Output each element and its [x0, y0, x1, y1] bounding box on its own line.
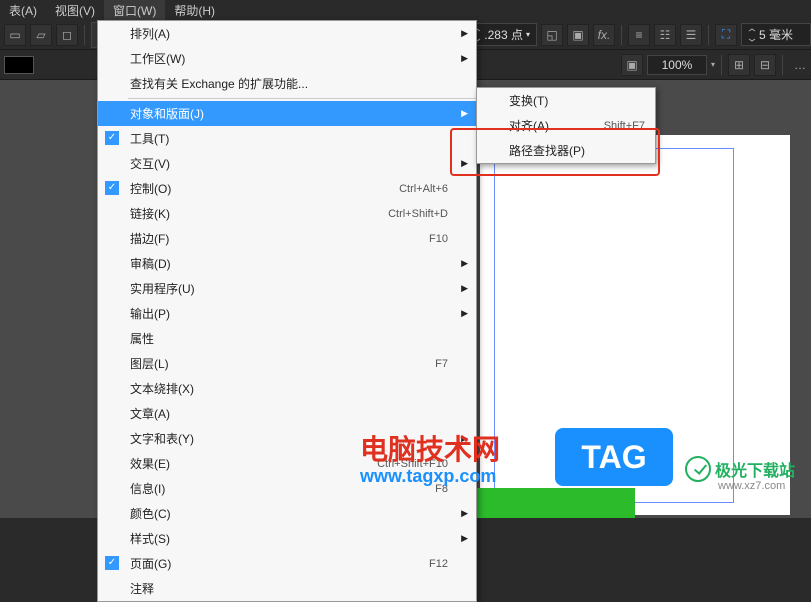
tool-btn-1[interactable]: ▭ — [4, 24, 26, 46]
mi-layers[interactable]: 图层(L)F7 — [98, 351, 476, 376]
frame-icon[interactable]: ▣ — [567, 24, 589, 46]
menu-help[interactable]: 帮助(H) — [165, 0, 224, 22]
fit-icon[interactable]: ▣ — [621, 54, 643, 76]
thumbs-icon[interactable]: ⊟ — [754, 54, 776, 76]
mi-object-layout[interactable]: 对象和版面(J)▶ — [98, 101, 476, 126]
mi-props[interactable]: 属性 — [98, 326, 476, 351]
mi-interactive[interactable]: 交互(V)▶ — [98, 151, 476, 176]
mi-stroke[interactable]: 描边(F)F10 — [98, 226, 476, 251]
mi-workspace[interactable]: 工作区(W)▶ — [98, 46, 476, 71]
wrap-3-icon[interactable]: ☰ — [680, 24, 702, 46]
mi-textwrap[interactable]: 文本绕排(X) — [98, 376, 476, 401]
menu-window[interactable]: 窗口(W) — [104, 0, 165, 22]
mi-transform[interactable]: 变换(T) — [477, 88, 655, 113]
menubar: 表(A) 视图(V) 窗口(W) 帮助(H) — [0, 0, 811, 20]
green-object[interactable] — [475, 488, 635, 518]
tool-btn-3[interactable]: ◻ — [56, 24, 78, 46]
watermark-title: 电脑技术网 — [360, 428, 500, 468]
tool-btn-2[interactable]: ▱ — [30, 24, 52, 46]
check-icon: ✓ — [105, 556, 119, 570]
corner-icon[interactable]: ◱ — [541, 24, 563, 46]
zoom-field[interactable]: 100% — [647, 55, 707, 75]
watermark-tag: TAG — [555, 428, 673, 486]
arrow-icon: ▶ — [461, 108, 468, 119]
highlight-annotation — [450, 128, 660, 176]
wrap-2-icon[interactable]: ☷ — [654, 24, 676, 46]
mi-notes[interactable]: 注释 — [98, 576, 476, 601]
watermark-url: www.tagxp.com — [360, 466, 496, 487]
arrow-icon: ▶ — [461, 258, 468, 269]
arrow-icon: ▶ — [461, 28, 468, 39]
mi-color[interactable]: 颜色(C)▶ — [98, 501, 476, 526]
arrow-icon: ▶ — [461, 53, 468, 64]
wrap-1-icon[interactable]: ≡ — [628, 24, 650, 46]
check-circle-icon — [685, 456, 711, 482]
watermark-jg: 极光下载站 — [685, 456, 795, 482]
mi-styles[interactable]: 样式(S)▶ — [98, 526, 476, 551]
mi-pages[interactable]: ✓页面(G)F12 — [98, 551, 476, 576]
mi-utilities[interactable]: 实用程序(U)▶ — [98, 276, 476, 301]
mi-control[interactable]: ✓控制(O)Ctrl+Alt+6 — [98, 176, 476, 201]
swatch-black[interactable] — [4, 56, 34, 74]
size-field[interactable]: 5 毫米 — [741, 23, 811, 46]
mi-tools[interactable]: ✓工具(T) — [98, 126, 476, 151]
mi-review[interactable]: 审稿(D)▶ — [98, 251, 476, 276]
fx-icon[interactable]: fx. — [593, 24, 615, 46]
watermark-jg-url: www.xz7.com — [718, 480, 785, 492]
mi-links[interactable]: 链接(K)Ctrl+Shift+D — [98, 201, 476, 226]
menu-sep — [128, 98, 476, 99]
arrow-icon: ▶ — [461, 308, 468, 319]
window-menu: 排列(A)▶ 工作区(W)▶ 查找有关 Exchange 的扩展功能... 对象… — [97, 20, 477, 602]
mi-exchange[interactable]: 查找有关 Exchange 的扩展功能... — [98, 71, 476, 96]
arrow-icon: ▶ — [461, 508, 468, 519]
check-icon: ✓ — [105, 131, 119, 145]
menu-table[interactable]: 表(A) — [0, 0, 46, 22]
arrow-icon: ▶ — [461, 533, 468, 544]
check-icon: ✓ — [105, 181, 119, 195]
mi-output[interactable]: 输出(P)▶ — [98, 301, 476, 326]
group-icon[interactable]: ⊞ — [728, 54, 750, 76]
arrow-icon: ▶ — [461, 283, 468, 294]
menu-view[interactable]: 视图(V) — [46, 0, 104, 22]
bounds-icon[interactable]: ⛶ — [715, 24, 737, 46]
mi-arrange[interactable]: 排列(A)▶ — [98, 21, 476, 46]
mi-article[interactable]: 文章(A) — [98, 401, 476, 426]
ellipsis-icon[interactable]: … — [789, 54, 811, 76]
